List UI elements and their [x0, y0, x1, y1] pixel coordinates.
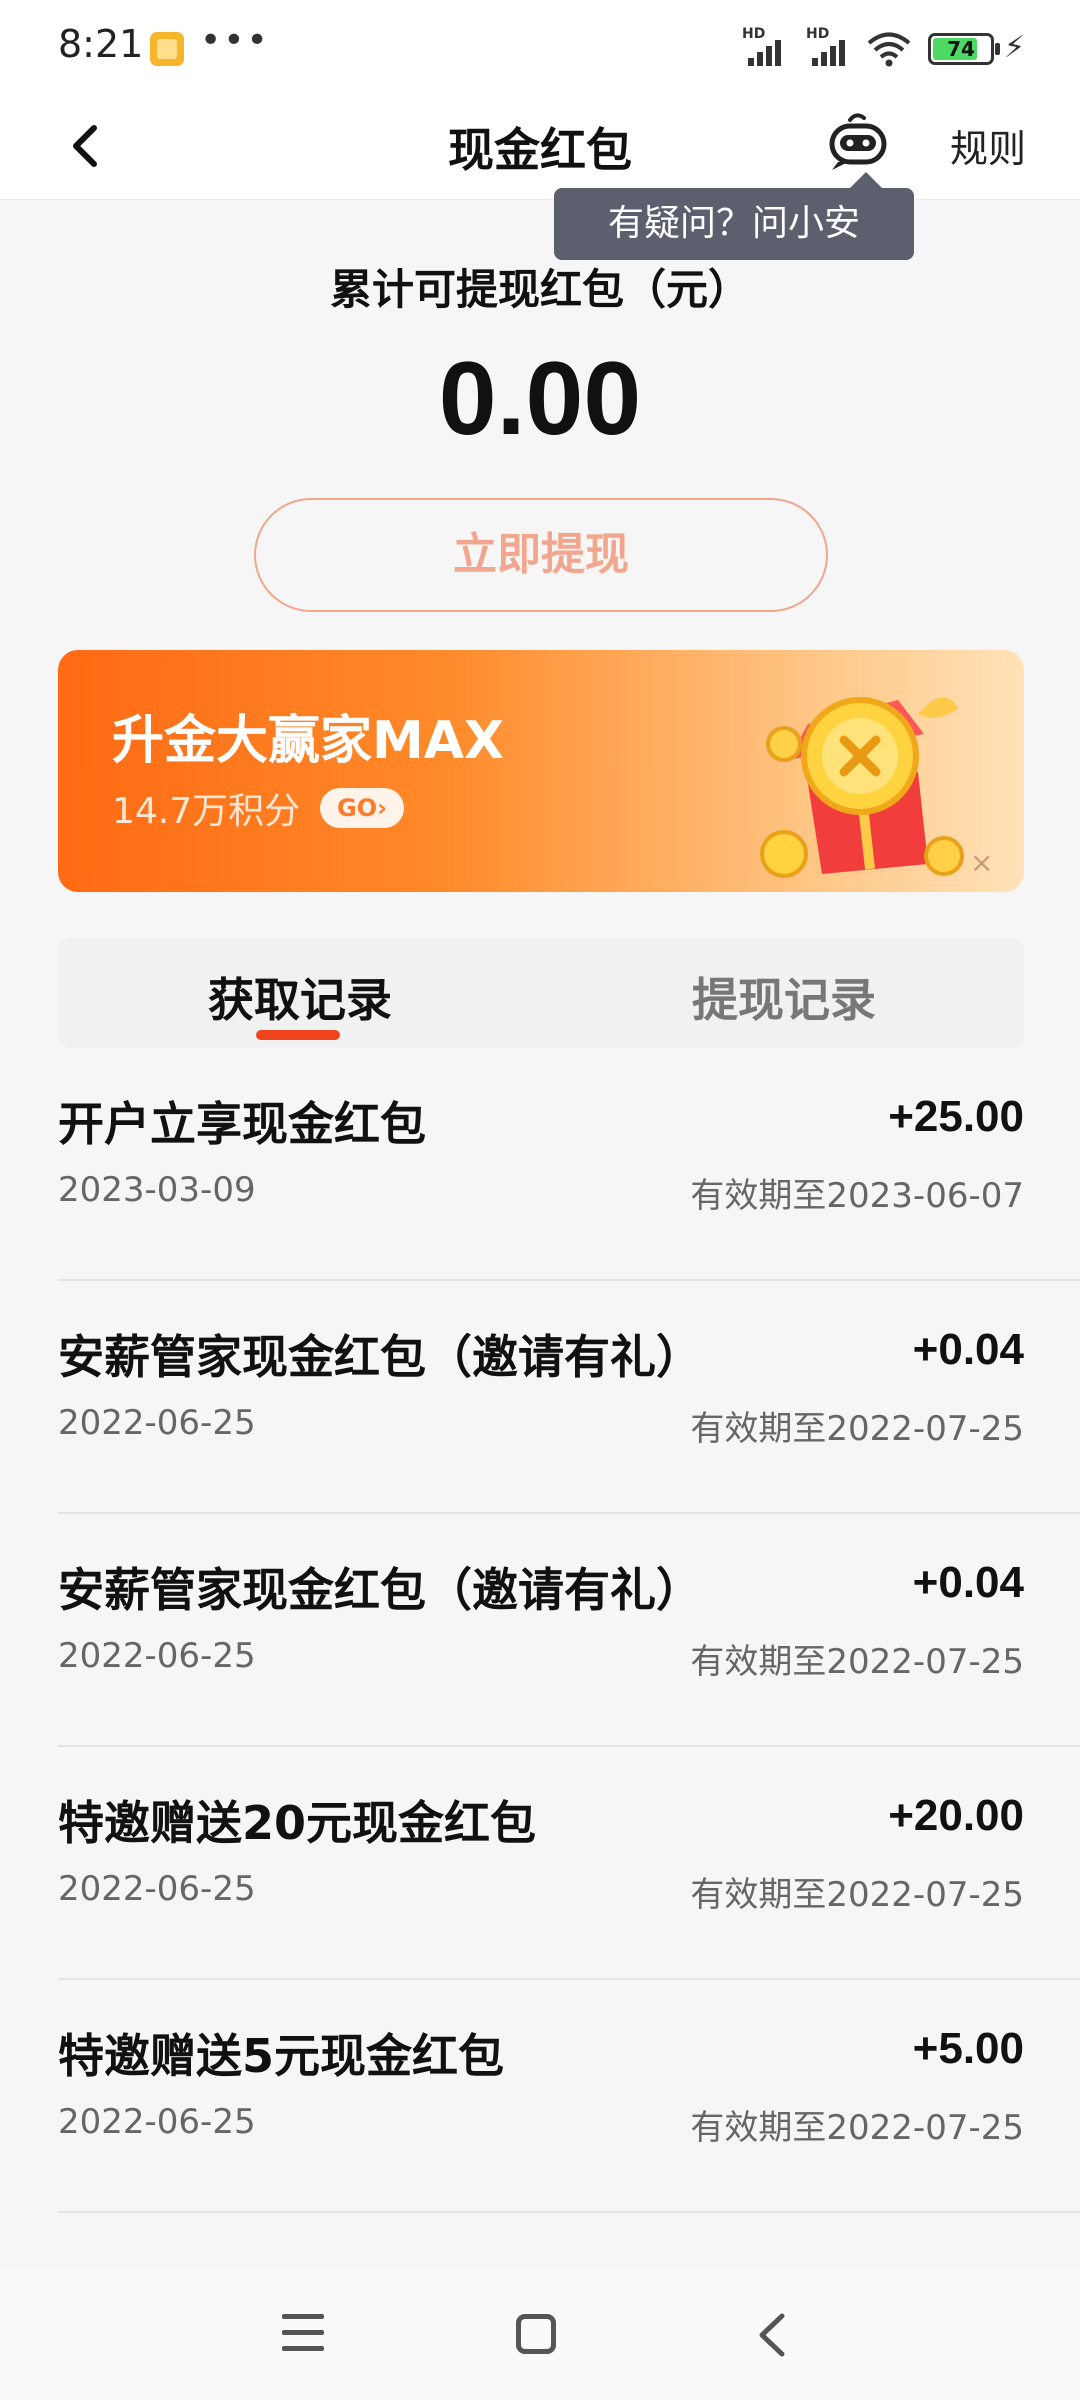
status-time: 8:21: [58, 22, 144, 66]
home-icon[interactable]: [516, 2314, 556, 2354]
help-tooltip[interactable]: 有疑问？问小安: [554, 172, 914, 260]
record-expiry: 有效期至2022-07-25: [690, 2108, 1024, 2148]
record-amount: +20.00: [888, 1791, 1024, 1840]
record-amount: +0.04: [912, 1325, 1024, 1374]
tab-earn-records[interactable]: 获取记录: [208, 964, 392, 1030]
record-title: 特邀赠送20元现金红包: [58, 1796, 537, 1850]
promo-banner[interactable]: 升金大赢家MAX 14.7万积分 GO› ×: [58, 650, 1024, 892]
record-title: 安薪管家现金红包（邀请有礼）: [58, 1330, 702, 1384]
record-expiry: 有效期至2022-07-25: [690, 1409, 1024, 1449]
record-date: 2022-06-25: [58, 1636, 256, 1676]
record-date: 2023-03-09: [58, 1170, 256, 1210]
balance-label: 累计可提现红包（元）: [329, 265, 750, 314]
record-expiry: 有效期至2022-07-25: [690, 1875, 1024, 1915]
rules-link[interactable]: 规则: [950, 118, 1026, 173]
record-date: 2022-06-25: [58, 1869, 256, 1909]
record-expiry: 有效期至2022-07-25: [690, 1642, 1024, 1682]
list-item[interactable]: 安薪管家现金红包（邀请有礼） 2022-06-25 +0.04 有效期至2022…: [58, 1281, 1080, 1514]
withdraw-now-button[interactable]: 立即提现: [254, 498, 828, 612]
record-title: 开户立享现金红包: [58, 1097, 426, 1151]
list-item[interactable]: 特邀赠送20元现金红包 2022-06-25 +20.00 有效期至2022-0…: [58, 1747, 1080, 1980]
record-date: 2022-06-25: [58, 2102, 256, 2142]
banner-title: 升金大赢家MAX: [112, 711, 505, 771]
record-amount: +25.00: [888, 1092, 1024, 1141]
record-amount: +5.00: [912, 2024, 1024, 2073]
battery-level: 74: [947, 37, 975, 61]
more-notifications-icon: •••: [200, 20, 270, 61]
cellular-signal-2-icon: HD: [806, 26, 862, 66]
status-bar: 8:21 ••• HD HD 74 ⚡: [0, 0, 1080, 96]
assistant-robot-icon[interactable]: [826, 110, 890, 174]
page-title: 现金红包: [448, 123, 632, 177]
notification-app-icon: [150, 32, 184, 66]
battery-icon: 74: [928, 33, 1000, 65]
list-item[interactable]: 特邀赠送5元现金红包 2022-06-25 +5.00 有效期至2022-07-…: [58, 1980, 1080, 2213]
list-item[interactable]: 安薪管家现金红包（邀请有礼） 2022-06-25 +0.04 有效期至2022…: [58, 1514, 1080, 1747]
system-navigation-bar: [0, 2270, 1080, 2400]
banner-go-button[interactable]: GO›: [320, 788, 404, 828]
record-expiry: 有效期至2023-06-07: [690, 1176, 1024, 1216]
banner-close-icon[interactable]: ×: [970, 846, 993, 879]
cellular-signal-1-icon: HD: [742, 26, 798, 66]
system-back-icon[interactable]: [752, 2310, 792, 2360]
gift-box-coins-icon: [760, 697, 964, 878]
tab-withdraw-records[interactable]: 提现记录: [692, 964, 876, 1030]
record-tabs: 获取记录 提现记录: [58, 938, 1024, 1048]
banner-points: 14.7万积分: [112, 791, 301, 832]
active-tab-indicator: [256, 1030, 340, 1040]
balance-amount: 0.00: [438, 341, 642, 457]
record-title: 特邀赠送5元现金红包: [58, 2029, 505, 2083]
record-date: 2022-06-25: [58, 1403, 256, 1443]
list-item[interactable]: 开户立享现金红包 2023-03-09 +25.00 有效期至2023-06-0…: [58, 1048, 1080, 1281]
charging-icon: ⚡: [1004, 30, 1026, 65]
record-amount: +0.04: [912, 1558, 1024, 1607]
top-app-bar: 现金红包 规则: [0, 96, 1080, 200]
record-title: 安薪管家现金红包（邀请有礼）: [58, 1563, 702, 1617]
wifi-icon: [867, 32, 911, 67]
recent-apps-icon[interactable]: [282, 2314, 324, 2354]
